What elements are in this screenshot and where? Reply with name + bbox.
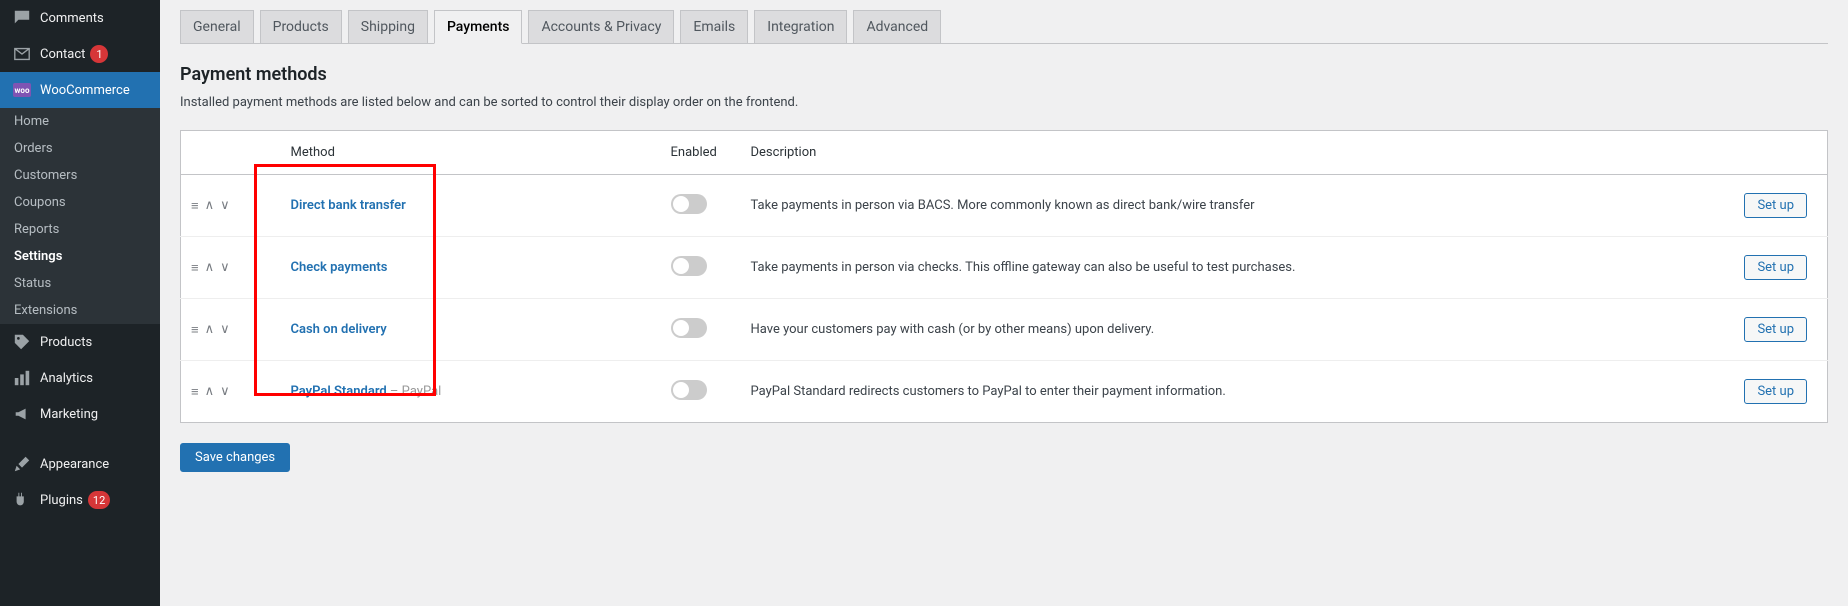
col-method-header: Method xyxy=(281,131,661,175)
tab-accounts[interactable]: Accounts & Privacy xyxy=(528,10,674,43)
menu-appearance[interactable]: Appearance xyxy=(0,446,160,482)
tab-integration[interactable]: Integration xyxy=(754,10,847,43)
menu-analytics[interactable]: Analytics xyxy=(0,360,160,396)
tab-emails[interactable]: Emails xyxy=(680,10,748,43)
menu-marketing[interactable]: Marketing xyxy=(0,396,160,432)
submenu-status[interactable]: Status xyxy=(0,270,160,297)
move-down-icon[interactable]: ∨ xyxy=(220,322,230,338)
payment-method-link[interactable]: Check payments xyxy=(291,260,388,275)
payment-method-description: Take payments in person via BACS. More c… xyxy=(741,175,1728,237)
admin-sidebar: Comments Contact 1 woo WooCommerce Home … xyxy=(0,0,160,606)
tab-shipping[interactable]: Shipping xyxy=(348,10,428,43)
settings-tabs: General Products Shipping Payments Accou… xyxy=(180,10,1828,44)
mail-icon xyxy=(12,44,32,64)
submenu-settings[interactable]: Settings xyxy=(0,243,160,270)
enabled-toggle[interactable] xyxy=(671,318,707,338)
submenu-coupons[interactable]: Coupons xyxy=(0,189,160,216)
plugin-icon xyxy=(12,490,32,510)
brush-icon xyxy=(12,454,32,474)
payment-method-row: ≡ ∧ ∨ PayPal Standard – PayPal PayPal Standa… xyxy=(181,361,1828,423)
move-up-icon[interactable]: ∧ xyxy=(205,260,215,276)
menu-comments-label: Comments xyxy=(40,11,104,26)
main-content: General Products Shipping Payments Accou… xyxy=(160,0,1848,606)
menu-analytics-label: Analytics xyxy=(40,371,93,386)
move-up-icon[interactable]: ∧ xyxy=(205,384,215,400)
sort-handle[interactable]: ≡ ∧ ∨ xyxy=(191,260,271,276)
save-changes-button[interactable]: Save changes xyxy=(180,443,290,472)
payment-method-row: ≡ ∧ ∨ Cash on delivery Have your customers p… xyxy=(181,299,1828,361)
payment-method-description: Take payments in person via checks. This… xyxy=(741,237,1728,299)
payment-method-description: PayPal Standard redirects customers to P… xyxy=(741,361,1728,423)
submenu-orders[interactable]: Orders xyxy=(0,135,160,162)
payment-method-description: Have your customers pay with cash (or by… xyxy=(741,299,1728,361)
payment-method-row: ≡ ∧ ∨ Direct bank transfer Take payments in … xyxy=(181,175,1828,237)
submenu-extensions[interactable]: Extensions xyxy=(0,297,160,324)
enabled-toggle[interactable] xyxy=(671,256,707,276)
menu-contact[interactable]: Contact 1 xyxy=(0,36,160,72)
comment-icon xyxy=(12,8,32,28)
menu-woocommerce[interactable]: woo WooCommerce xyxy=(0,72,160,108)
method-suffix: – PayPal xyxy=(387,384,442,399)
setup-button[interactable]: Set up xyxy=(1744,379,1807,404)
drag-icon[interactable]: ≡ xyxy=(191,322,199,338)
submenu-home[interactable]: Home xyxy=(0,108,160,135)
payment-method-row: ≡ ∧ ∨ Check payments Take payments in person… xyxy=(181,237,1828,299)
tab-general[interactable]: General xyxy=(180,10,254,43)
product-icon xyxy=(12,332,32,352)
payment-method-link[interactable]: Direct bank transfer xyxy=(291,198,406,213)
submenu-customers[interactable]: Customers xyxy=(0,162,160,189)
tab-payments[interactable]: Payments xyxy=(434,10,523,44)
enabled-toggle[interactable] xyxy=(671,194,707,214)
setup-button[interactable]: Set up xyxy=(1744,255,1807,280)
payment-methods-table: Method Enabled Description ≡ ∧ ∨ Direct ban… xyxy=(180,130,1828,423)
drag-icon[interactable]: ≡ xyxy=(191,198,199,214)
menu-products-label: Products xyxy=(40,335,92,350)
sort-handle[interactable]: ≡ ∧ ∨ xyxy=(191,322,271,338)
payment-method-link[interactable]: PayPal Standard xyxy=(291,384,387,399)
col-action-header xyxy=(1728,131,1828,175)
contact-badge: 1 xyxy=(90,45,108,63)
tab-advanced[interactable]: Advanced xyxy=(853,10,941,43)
tab-products[interactable]: Products xyxy=(260,10,342,43)
setup-button[interactable]: Set up xyxy=(1744,193,1807,218)
drag-icon[interactable]: ≡ xyxy=(191,260,199,276)
menu-appearance-label: Appearance xyxy=(40,457,109,472)
col-sort-header xyxy=(181,131,281,175)
menu-marketing-label: Marketing xyxy=(40,407,98,422)
drag-icon[interactable]: ≡ xyxy=(191,384,199,400)
submenu-reports[interactable]: Reports xyxy=(0,216,160,243)
payment-method-link[interactable]: Cash on delivery xyxy=(291,322,387,337)
col-description-header: Description xyxy=(741,131,1728,175)
move-down-icon[interactable]: ∨ xyxy=(220,260,230,276)
col-enabled-header: Enabled xyxy=(661,131,741,175)
woocommerce-icon: woo xyxy=(12,80,32,100)
menu-plugins[interactable]: Plugins 12 xyxy=(0,482,160,518)
move-down-icon[interactable]: ∨ xyxy=(220,384,230,400)
page-description: Installed payment methods are listed bel… xyxy=(180,95,1828,110)
sort-handle[interactable]: ≡ ∧ ∨ xyxy=(191,198,271,214)
move-up-icon[interactable]: ∧ xyxy=(205,322,215,338)
analytics-icon xyxy=(12,368,32,388)
move-down-icon[interactable]: ∨ xyxy=(220,198,230,214)
page-title: Payment methods xyxy=(180,64,1828,85)
setup-button[interactable]: Set up xyxy=(1744,317,1807,342)
megaphone-icon xyxy=(12,404,32,424)
menu-woocommerce-label: WooCommerce xyxy=(40,83,130,98)
menu-contact-label: Contact xyxy=(40,47,85,62)
enabled-toggle[interactable] xyxy=(671,380,707,400)
menu-comments[interactable]: Comments xyxy=(0,0,160,36)
sort-handle[interactable]: ≡ ∧ ∨ xyxy=(191,384,271,400)
plugins-badge: 12 xyxy=(88,491,110,509)
menu-products[interactable]: Products xyxy=(0,324,160,360)
menu-plugins-label: Plugins xyxy=(40,493,83,508)
move-up-icon[interactable]: ∧ xyxy=(205,198,215,214)
woocommerce-submenu: Home Orders Customers Coupons Reports Se… xyxy=(0,108,160,324)
